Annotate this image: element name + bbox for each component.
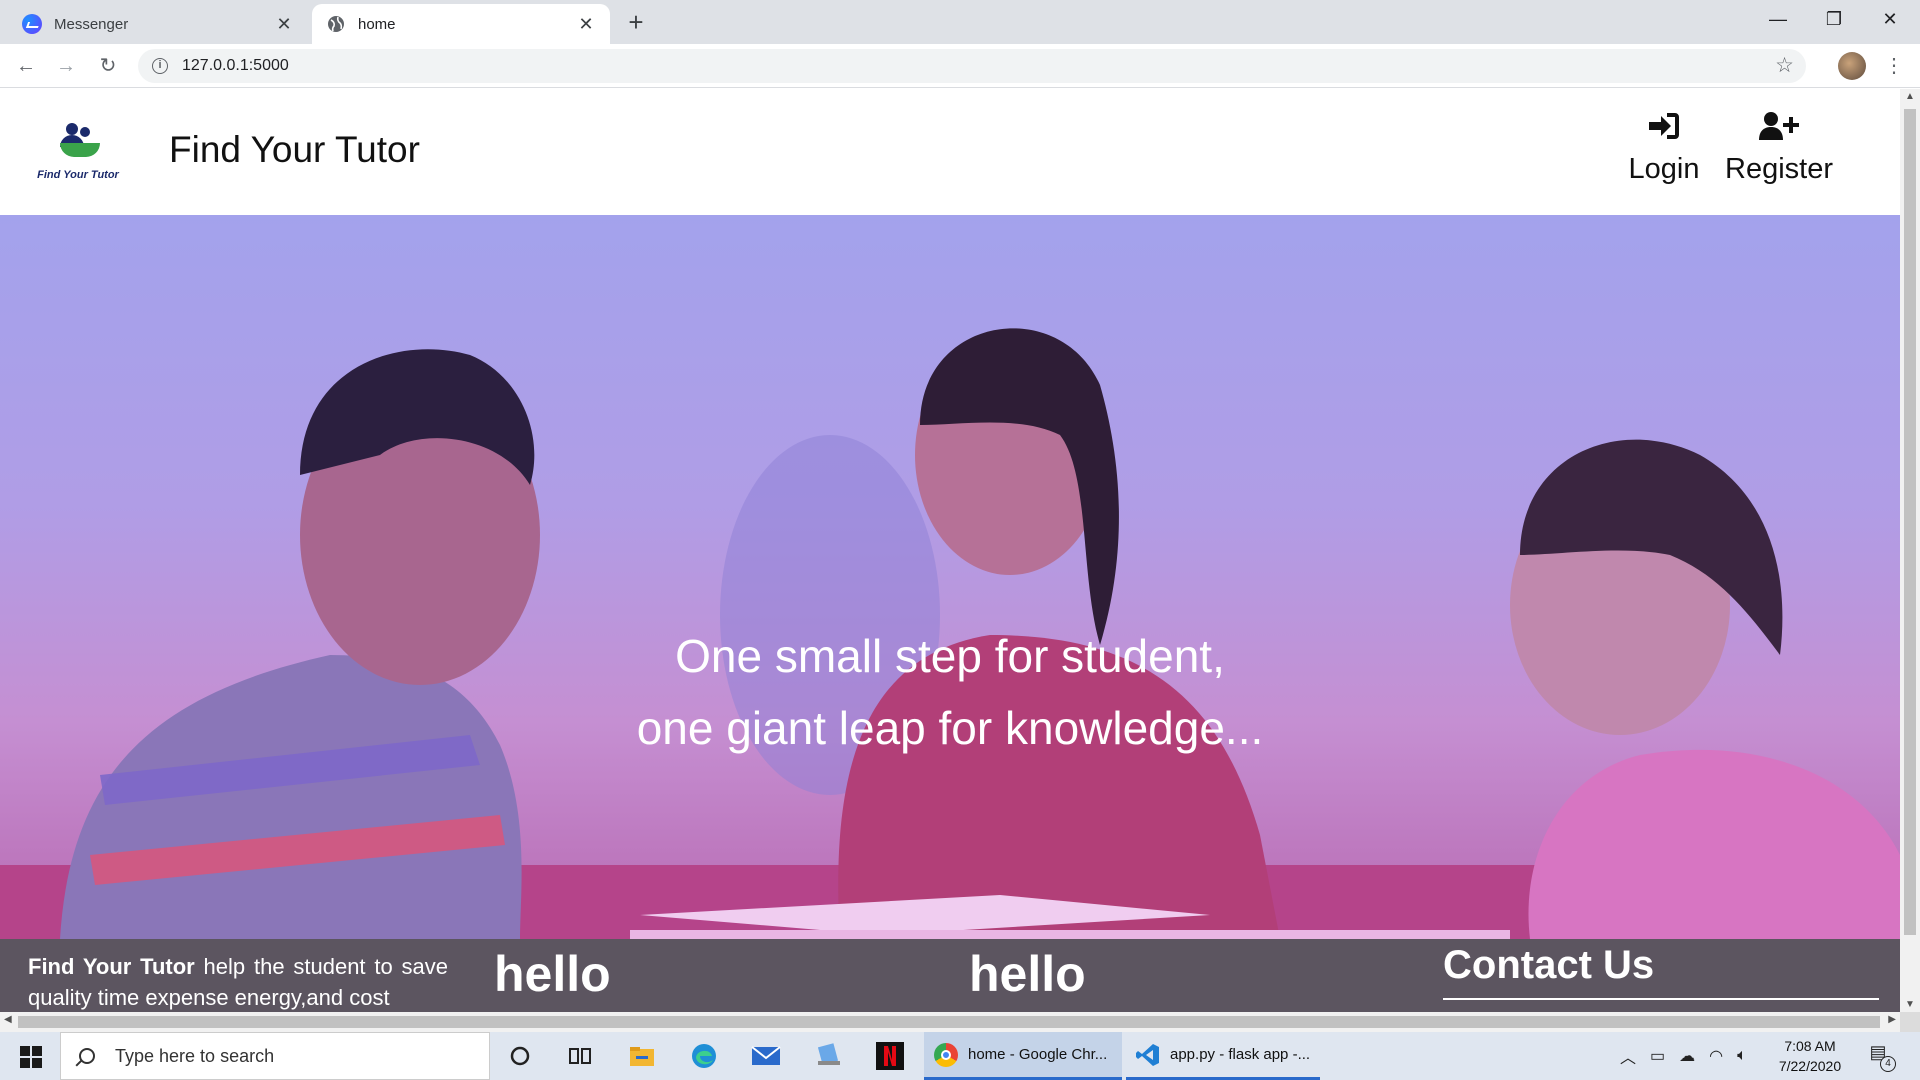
taskbar-app-chrome[interactable]: home - Google Chr...: [924, 1032, 1122, 1080]
page-viewport: Find Your Tutor Find Your Tutor Login Re…: [0, 89, 1900, 1012]
register-link[interactable]: Register: [1720, 111, 1838, 186]
onedrive-cloud-icon[interactable]: ☁: [1679, 1046, 1695, 1066]
tab-title: home: [358, 15, 396, 33]
volume-icon[interactable]: 🔈︎: [1737, 1047, 1747, 1065]
app-icon[interactable]: [800, 1032, 856, 1080]
file-explorer-icon[interactable]: [614, 1032, 670, 1080]
maximize-button[interactable]: ❐: [1806, 0, 1862, 38]
hero-tagline: One small step for student, one giant le…: [0, 620, 1900, 764]
windows-start-icon[interactable]: [10, 1040, 50, 1072]
scroll-up-icon[interactable]: ▲: [1900, 91, 1920, 102]
edge-icon[interactable]: [676, 1032, 732, 1080]
scroll-corner: [1900, 1012, 1920, 1032]
address-bar[interactable]: i 127.0.0.1:5000 ☆: [138, 49, 1806, 83]
horizontal-scrollbar[interactable]: ◀ ▶: [0, 1012, 1900, 1032]
notification-count-badge: 4: [1880, 1056, 1896, 1072]
mail-icon[interactable]: [738, 1032, 794, 1080]
footer-heading-1: hello: [494, 946, 611, 1002]
tab-title: Messenger: [54, 15, 129, 33]
register-label: Register: [1725, 153, 1833, 185]
wifi-icon[interactable]: ◠: [1709, 1046, 1723, 1066]
footer-about-text: Find Your Tutor help the student to save…: [28, 951, 448, 1012]
taskbar-app-vscode[interactable]: app.py - flask app -...: [1126, 1032, 1320, 1080]
close-tab-icon[interactable]: ✕: [274, 14, 294, 35]
vertical-scroll-thumb[interactable]: [1904, 109, 1916, 935]
battery-icon[interactable]: ▭: [1650, 1046, 1665, 1066]
people-logo-icon: [60, 123, 100, 163]
profile-avatar[interactable]: [1838, 52, 1866, 80]
user-plus-icon: [1720, 111, 1838, 147]
browser-toolbar: ← → ↻ i 127.0.0.1:5000 ☆ ⋮: [0, 44, 1920, 88]
globe-icon: [326, 14, 346, 34]
tab-home[interactable]: home ✕: [312, 4, 610, 44]
reload-icon[interactable]: ↻: [92, 50, 124, 82]
back-arrow-icon[interactable]: ←: [10, 50, 42, 82]
site-header: Find Your Tutor Find Your Tutor Login Re…: [0, 89, 1900, 215]
sign-in-icon: [1608, 111, 1720, 147]
hero-banner: One small step for student, one giant le…: [0, 215, 1900, 939]
vertical-scrollbar[interactable]: ▲ ▼: [1900, 89, 1920, 1012]
logo-text: Find Your Tutor: [37, 169, 119, 181]
site-logo[interactable]: Find Your Tutor: [22, 119, 134, 199]
hero-photo-illustration: [0, 328, 1900, 939]
scroll-right-icon[interactable]: ▶: [1888, 1014, 1896, 1025]
task-view-icon[interactable]: [552, 1032, 608, 1080]
search-placeholder: Type here to search: [115, 1045, 275, 1066]
close-tab-icon[interactable]: ✕: [576, 14, 596, 35]
login-link[interactable]: Login: [1608, 111, 1720, 186]
taskbar: Type here to search home - Google Chr...…: [0, 1032, 1920, 1080]
taskbar-clock[interactable]: 7:08 AM 7/22/2020: [1760, 1036, 1860, 1076]
chevron-up-icon[interactable]: ︿: [1620, 1044, 1636, 1068]
system-tray: ︿ ▭ ☁ ◠ 🔈︎: [1620, 1032, 1747, 1080]
taskbar-search-box[interactable]: Type here to search: [60, 1032, 490, 1080]
bookmark-star-icon[interactable]: ☆: [1775, 53, 1794, 78]
browser-menu-icon[interactable]: ⋮: [1880, 50, 1908, 82]
site-info-icon[interactable]: i: [152, 58, 168, 74]
minimize-button[interactable]: —: [1750, 0, 1806, 38]
messenger-icon: [22, 14, 42, 34]
site-footer: Find Your Tutor help the student to save…: [0, 939, 1900, 1012]
site-title: Find Your Tutor: [169, 129, 420, 170]
taskbar-app-label: home - Google Chr...: [968, 1046, 1108, 1063]
taskbar-app-label: app.py - flask app -...: [1170, 1046, 1311, 1063]
hero-line-1: One small step for student,: [675, 630, 1225, 682]
url-text[interactable]: 127.0.0.1:5000: [182, 57, 289, 75]
tab-messenger[interactable]: Messenger ✕: [8, 4, 308, 44]
clock-time: 7:08 AM: [1784, 1038, 1836, 1054]
contact-us-heading: Contact Us: [1443, 943, 1879, 1000]
chrome-icon: [934, 1042, 958, 1067]
browser-tab-strip: Messenger ✕ home ✕ + — ❐ ✕: [0, 0, 1920, 44]
notification-center-icon[interactable]: ▤ 4: [1864, 1042, 1896, 1072]
new-tab-button[interactable]: +: [622, 4, 650, 40]
login-label: Login: [1628, 153, 1700, 185]
cortana-icon[interactable]: [492, 1032, 548, 1080]
forward-arrow-icon[interactable]: →: [50, 50, 82, 82]
close-window-button[interactable]: ✕: [1862, 0, 1918, 38]
search-icon: [79, 1048, 95, 1064]
clock-date: 7/22/2020: [1778, 1058, 1842, 1074]
footer-heading-2: hello: [969, 946, 1086, 1002]
netflix-icon[interactable]: [862, 1032, 918, 1080]
scroll-left-icon[interactable]: ◀: [4, 1014, 12, 1025]
hero-line-2: one giant leap for knowledge...: [636, 702, 1264, 754]
footer-brand: Find Your Tutor: [28, 954, 195, 979]
scroll-down-icon[interactable]: ▼: [1900, 999, 1920, 1010]
horizontal-scroll-thumb[interactable]: [18, 1016, 1880, 1028]
vscode-icon: [1136, 1043, 1160, 1067]
